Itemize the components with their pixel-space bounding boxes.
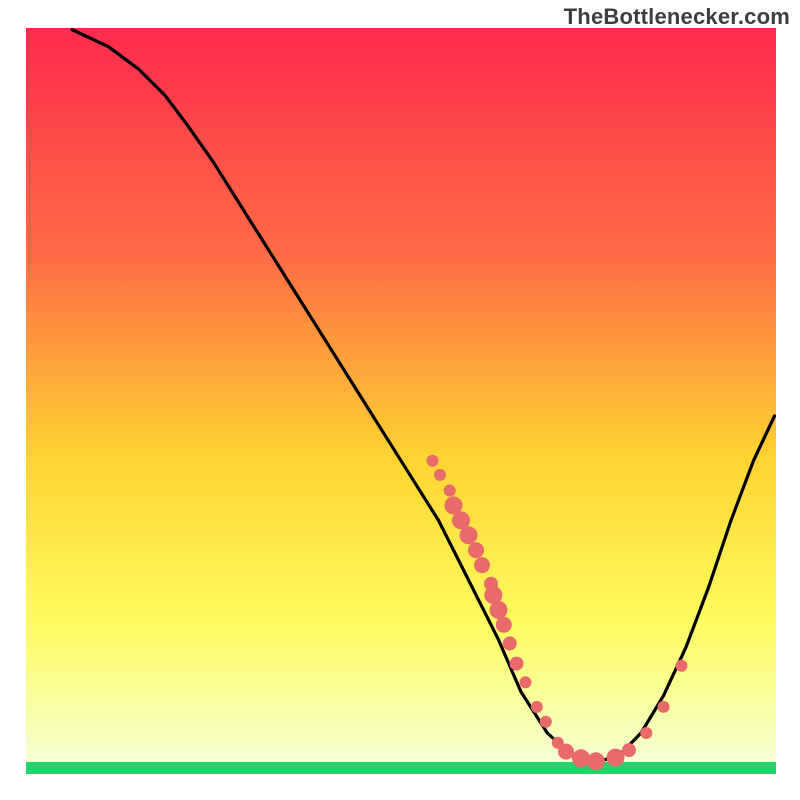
data-dot: [520, 676, 532, 688]
data-dot: [474, 557, 490, 573]
data-dot: [444, 485, 456, 497]
data-dot: [460, 526, 478, 544]
watermark-text: TheBottlenecker.com: [564, 4, 790, 30]
data-dot: [496, 617, 512, 633]
data-dot: [427, 455, 439, 467]
data-dot: [658, 701, 670, 713]
data-dot: [510, 657, 524, 671]
data-dot: [434, 469, 446, 481]
data-dot: [490, 601, 508, 619]
data-dot: [572, 749, 590, 767]
gradient-background: [26, 28, 776, 774]
data-dot: [503, 636, 517, 650]
data-dot: [622, 743, 636, 757]
data-dot: [540, 716, 552, 728]
data-dot: [607, 749, 625, 767]
green-bottom-band: [26, 762, 776, 774]
data-dot: [640, 727, 652, 739]
data-dot: [531, 701, 543, 713]
chart-svg: [0, 0, 800, 800]
data-dot: [468, 542, 484, 558]
bottleneck-chart: TheBottlenecker.com: [0, 0, 800, 800]
data-dot: [587, 752, 605, 770]
data-dot: [558, 744, 574, 760]
data-dot: [676, 660, 688, 672]
